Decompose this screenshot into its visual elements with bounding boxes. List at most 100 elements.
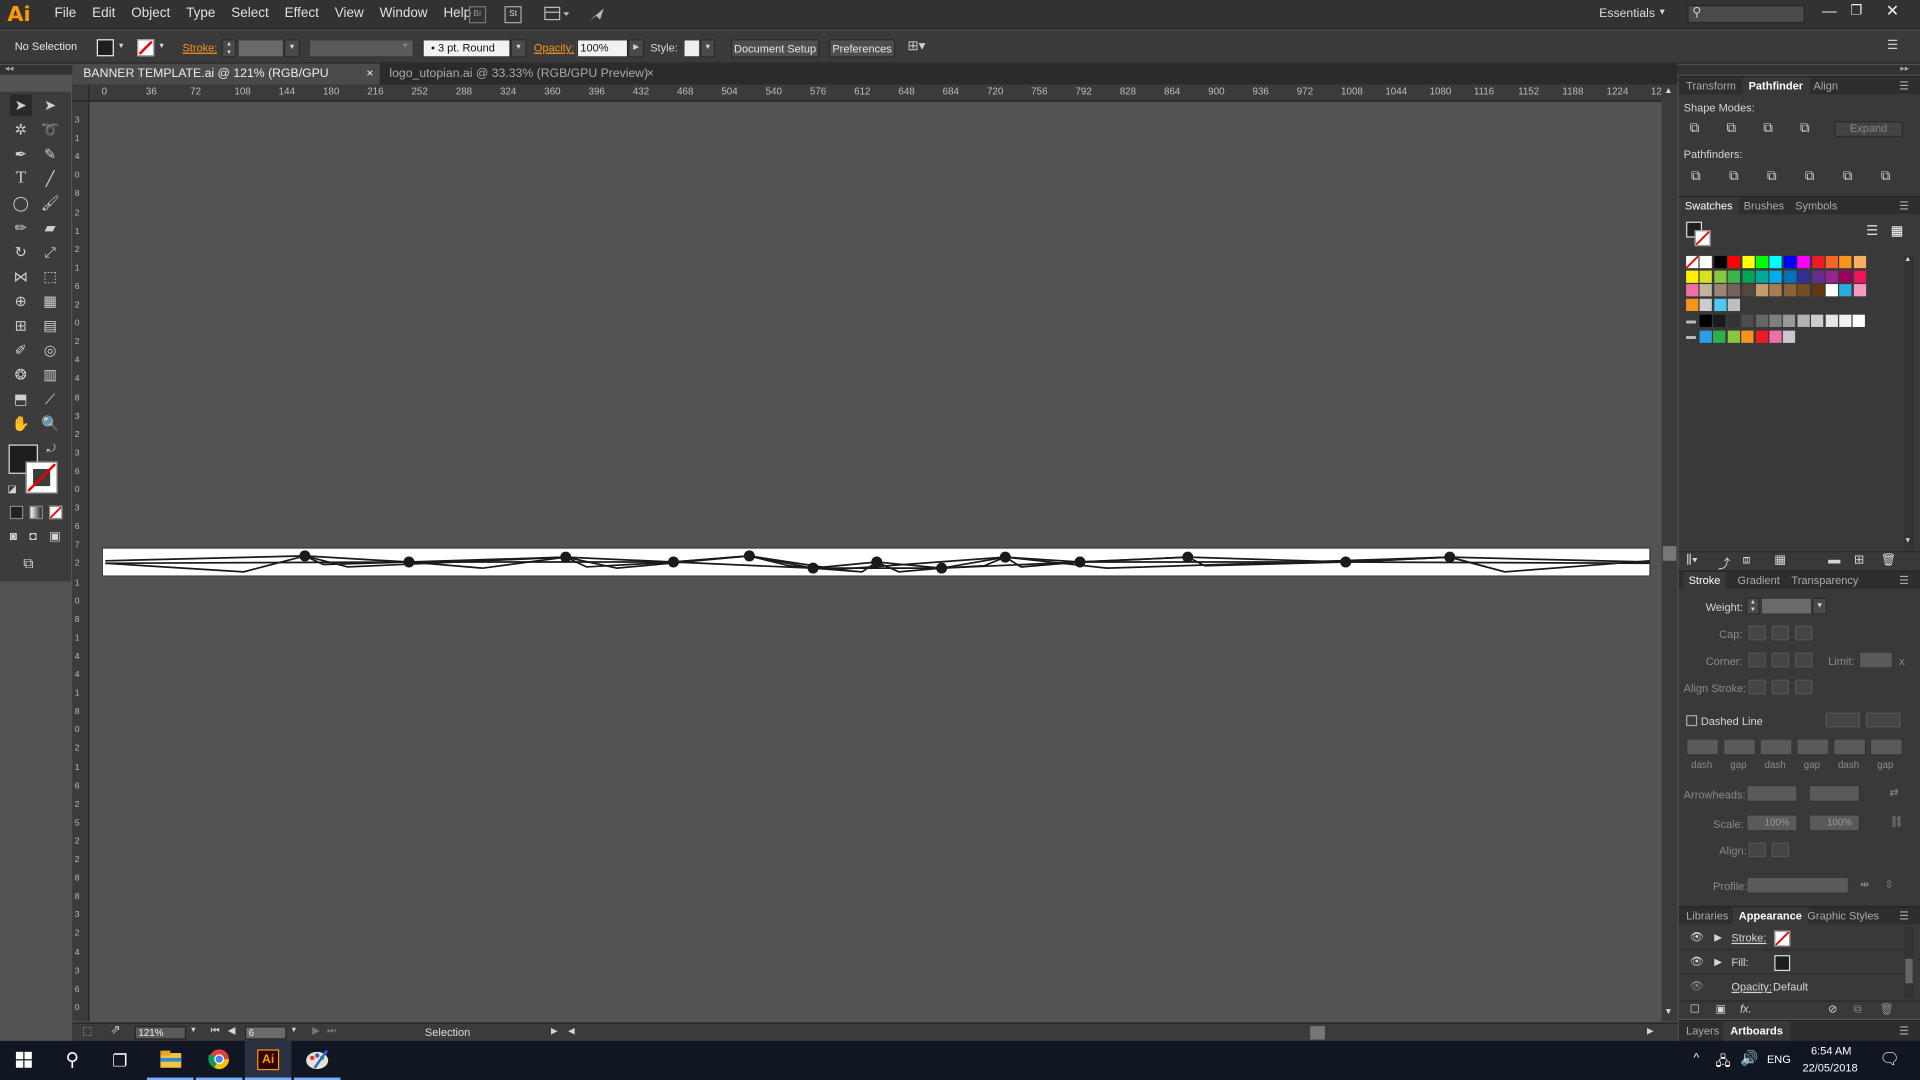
swatch[interactable] [1727, 284, 1741, 297]
close-tab-icon[interactable]: × [647, 64, 654, 85]
opacity-label[interactable]: Opacity: [534, 42, 574, 54]
swatch[interactable] [1783, 284, 1797, 297]
swatch[interactable] [1783, 270, 1797, 283]
none-swatch[interactable] [1685, 255, 1700, 269]
swatch[interactable] [1741, 330, 1754, 343]
menu-select[interactable]: Select [223, 6, 276, 21]
search-help-input[interactable]: ⚲ [1687, 4, 1805, 24]
slice-tool-icon[interactable]: ⟋ [39, 388, 61, 410]
swatch-stroke-indicator[interactable] [1694, 230, 1711, 247]
opacity-field[interactable]: 100% [576, 39, 629, 58]
scroll-up-icon[interactable]: ▲ [1664, 87, 1672, 96]
swatch[interactable] [1839, 255, 1852, 269]
bridge-button[interactable]: Br [468, 6, 487, 24]
lasso-tool-icon[interactable]: ➰ [39, 119, 61, 141]
swatch[interactable] [1714, 284, 1727, 297]
swatch[interactable] [1769, 270, 1783, 283]
scroll-right-icon[interactable]: ▶ [1647, 1026, 1654, 1036]
swatch[interactable] [1839, 314, 1852, 327]
swatch[interactable] [1811, 284, 1824, 297]
link-scale-icon[interactable]: ⛓ [1889, 816, 1903, 829]
blend-tool-icon[interactable]: ◎ [39, 339, 61, 361]
zoom-field[interactable]: 121% [134, 1026, 187, 1040]
swatch[interactable] [1755, 314, 1768, 327]
align-options-icon[interactable]: ⊞▾ [907, 38, 925, 54]
swatch[interactable] [1714, 298, 1727, 312]
swatch[interactable] [1700, 284, 1713, 297]
crop-icon[interactable]: ⧉ [1805, 169, 1815, 185]
swatch[interactable] [1727, 298, 1741, 312]
appearance-row-fill[interactable]: 👁 ▶ Fill: [1678, 951, 1905, 975]
expand-arrow-icon[interactable]: ▶ [1714, 932, 1722, 943]
menu-file[interactable]: File [47, 6, 85, 21]
swatch[interactable] [1741, 314, 1754, 327]
appearance-stroke-swatch[interactable] [1774, 930, 1791, 947]
gpu-performance-icon[interactable] [587, 5, 607, 25]
panel-menu-icon[interactable]: ☰ [1899, 1025, 1909, 1038]
swatch[interactable] [1797, 284, 1811, 297]
swatch[interactable] [1741, 270, 1755, 283]
first-artboard-icon[interactable]: ⏮ [211, 1025, 220, 1037]
artboard-tool-icon[interactable]: ⬒ [10, 388, 32, 410]
canvas[interactable] [90, 102, 1662, 1022]
swatch[interactable] [1839, 270, 1852, 283]
vertical-ruler[interactable]: 3 1 4 0 8 2 1 2 1 6 2 0 2 4 4 8 3 2 3 6 0 3 6 7 2 1 0 8 1 4 4 1 8 0 2 1 6 2 5 2… [72, 101, 90, 1022]
next-artboard-icon[interactable]: ▶ [312, 1025, 320, 1036]
swatch[interactable] [1755, 330, 1768, 343]
outline-icon[interactable]: ⧉ [1843, 169, 1853, 185]
type-tool-icon[interactable]: T [10, 168, 32, 190]
stroke-swatch[interactable] [25, 461, 58, 494]
width-tool-icon[interactable]: ⋈ [10, 266, 32, 288]
horizontal-ruler[interactable]: 0 36 72 108 144 180 216 252 288 324 360 396 432 468 50… [89, 84, 1662, 102]
artboard-number-field[interactable]: 6 [244, 1026, 287, 1040]
search-taskbar-icon[interactable]: ⚲ [49, 1041, 96, 1080]
tab-graphic-styles[interactable]: Graphic Styles [1807, 910, 1879, 922]
document-tab-logo[interactable]: logo_utopian.ai @ 33.33% (RGB/GPU Previe… [378, 64, 660, 85]
magic-wand-tool-icon[interactable]: ✲ [10, 119, 32, 141]
appearance-row-stroke[interactable]: 👁 ▶ Stroke: [1678, 927, 1905, 951]
preferences-button[interactable]: Preferences [828, 39, 896, 58]
scale-tool-icon[interactable]: ⤢ [39, 241, 61, 263]
swatch[interactable] [1700, 298, 1713, 312]
weight-dropdown[interactable]: ▼ [1812, 597, 1827, 615]
vertical-scroll-thumb[interactable] [1662, 546, 1677, 561]
appearance-scroll-thumb[interactable] [1905, 958, 1913, 984]
swatch[interactable] [1825, 255, 1838, 269]
swatch[interactable] [1741, 284, 1755, 297]
horizontal-scroll-thumb[interactable] [1310, 1026, 1325, 1040]
symbol-sprayer-tool-icon[interactable]: ❂ [10, 364, 32, 386]
scroll-left-icon[interactable]: ◀ [568, 1026, 575, 1036]
tab-layers[interactable]: Layers [1686, 1025, 1719, 1037]
color-mode-icon[interactable] [9, 505, 24, 520]
minus-front-icon[interactable]: ⧉ [1727, 121, 1737, 137]
tab-swatches[interactable]: Swatches [1678, 197, 1739, 215]
control-menu-icon[interactable]: ☰ [1887, 39, 1898, 52]
start-button[interactable] [0, 1041, 47, 1080]
draw-normal-icon[interactable]: ◙ [10, 530, 17, 543]
arrow-tip-beyond-button[interactable] [1748, 842, 1766, 858]
align-dash-button[interactable] [1866, 712, 1901, 728]
swatch[interactable] [1783, 314, 1796, 327]
swatch[interactable] [1713, 314, 1726, 327]
swatch[interactable] [1699, 330, 1712, 343]
swatch[interactable] [1755, 255, 1769, 269]
swatch[interactable] [1741, 255, 1755, 269]
swatch[interactable] [1797, 255, 1811, 269]
zoom-dropdown-icon[interactable]: ▼ [190, 1027, 197, 1034]
expand-button[interactable]: Expand [1834, 121, 1903, 138]
task-view-icon[interactable]: ❐ [97, 1041, 144, 1080]
illustrator-taskbar-icon[interactable]: Ai [244, 1040, 292, 1080]
swatch[interactable] [1714, 255, 1727, 269]
align-stroke-inside-button[interactable] [1771, 679, 1789, 695]
start-scale-field[interactable]: 100% [1746, 814, 1798, 832]
scroll-up-icon[interactable]: ▲ [1904, 256, 1911, 263]
hand-tool-icon[interactable]: ✋ [10, 413, 32, 435]
new-color-group-icon[interactable]: ▬ [1828, 553, 1840, 566]
menu-effect[interactable]: Effect [277, 6, 327, 21]
add-new-effect-icon[interactable]: fx. [1740, 1003, 1752, 1015]
swatch[interactable] [1783, 255, 1797, 269]
vertical-scrollbar[interactable]: ▲ ▼ [1661, 84, 1678, 1022]
swatch[interactable] [1797, 270, 1811, 283]
tab-stroke[interactable]: Stroke [1683, 571, 1726, 589]
share-icon[interactable]: ⇗ [110, 1024, 120, 1037]
